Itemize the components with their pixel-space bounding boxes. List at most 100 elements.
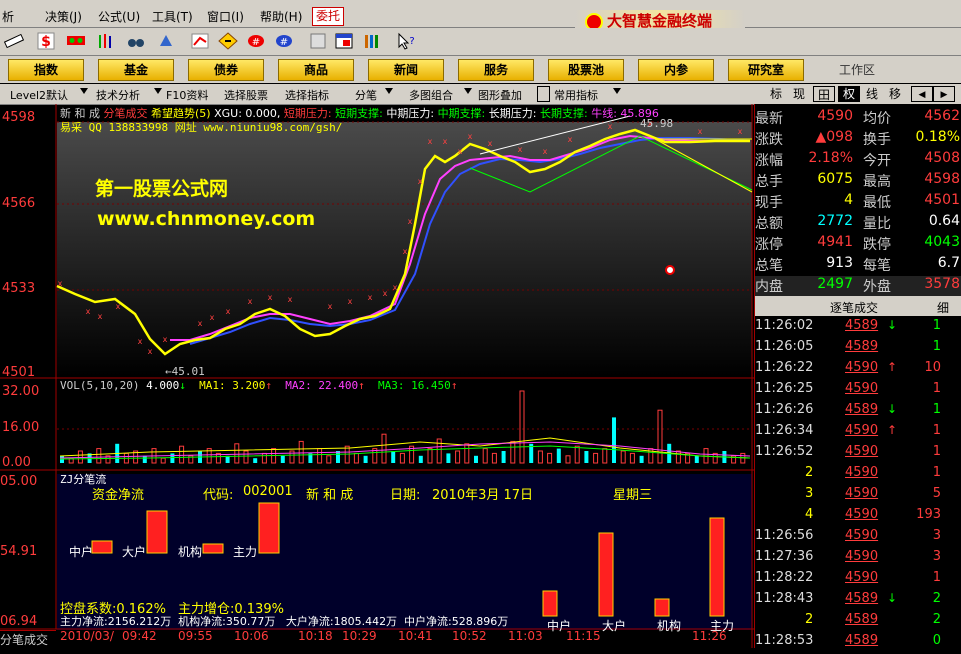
price-tick-mark: x — [418, 177, 423, 186]
tick-time: 11:27:36 — [755, 549, 814, 564]
tick-row[interactable]: 11:26:56 4590 3 — [755, 528, 961, 549]
svg-text:?: ? — [409, 36, 414, 47]
ticks-header[interactable]: 逐笔成交 — [830, 299, 878, 316]
tick-row[interactable]: 11:26:25 4590 1 — [755, 381, 961, 402]
price-tick-mark: x — [608, 122, 613, 131]
zj-date-label: 日期: — [390, 488, 421, 503]
tick-volume: 2 — [932, 612, 941, 627]
vol-tick: 32.00 — [2, 384, 40, 399]
tick-row[interactable]: 11:27:36 4590 3 — [755, 549, 961, 570]
menu-help[interactable]: 帮助(H) — [260, 8, 302, 25]
tab-line[interactable]: 线 — [861, 86, 883, 102]
tick-row[interactable]: 11:28:53 4589 0 — [755, 633, 961, 654]
tab-mark[interactable]: 标 — [765, 86, 787, 102]
func-bond-button[interactable]: 债券 — [188, 59, 264, 81]
menu-formula[interactable]: 公式(U) — [98, 8, 140, 25]
volume-bar — [142, 455, 147, 463]
books-icon[interactable] — [362, 32, 382, 50]
price-tick-mark: x — [248, 297, 253, 306]
dollar-icon[interactable]: $ — [36, 32, 56, 50]
select-stock[interactable]: 选择股票 — [224, 87, 268, 103]
func-insider-button[interactable]: 内参 — [638, 59, 714, 81]
lock-icon[interactable] — [537, 86, 550, 102]
func-stockpool-button[interactable]: 股票池 — [548, 59, 624, 81]
func-commodity-button[interactable]: 商品 — [278, 59, 354, 81]
chart-arrow-icon[interactable] — [190, 32, 210, 50]
tick-price: 4590 — [845, 528, 879, 543]
work-area-label[interactable]: 工作区 — [839, 61, 875, 78]
quote-label: 外盘 — [863, 279, 891, 295]
tick-row[interactable]: 11:26:02 4589 ↓ 1 — [755, 318, 961, 339]
binoculars-icon[interactable] — [126, 32, 146, 50]
func-service-button[interactable]: 服务 — [458, 59, 534, 81]
multi-chart[interactable]: 多图组合 — [409, 87, 453, 103]
tick-row[interactable]: 11:26:26 4589 ↓ 1 — [755, 402, 961, 423]
blue-oval-icon[interactable]: # — [274, 32, 294, 50]
menu-trade[interactable]: 委托 — [312, 7, 345, 26]
chevron-down-icon[interactable] — [464, 88, 472, 94]
func-news-button[interactable]: 新闻 — [368, 59, 444, 81]
func-index-button[interactable]: 指数 — [8, 59, 84, 81]
func-research-button[interactable]: 研究室 — [728, 59, 804, 81]
tick-time: 11:28:22 — [755, 570, 814, 585]
tick-row[interactable]: 11:26:05 4589 1 — [755, 339, 961, 360]
ruler-icon[interactable] — [4, 32, 24, 50]
zj-name: 新 和 成 — [306, 488, 354, 503]
tick-row[interactable]: 11:28:22 4590 1 — [755, 570, 961, 591]
tab-grid[interactable]: 田 — [813, 86, 835, 102]
tab-current[interactable]: 现 — [788, 86, 810, 102]
f10-info[interactable]: F10资料 — [166, 87, 208, 103]
tick-row[interactable]: 11:28:43 4589 ↓ 2 — [755, 591, 961, 612]
func-fund-button[interactable]: 基金 — [98, 59, 174, 81]
quote-label: 换手 — [863, 132, 891, 148]
chevron-down-icon[interactable] — [154, 88, 162, 94]
alarm-icon[interactable] — [156, 32, 176, 50]
menu-analysis[interactable]: 析 — [2, 8, 14, 25]
chevron-down-icon[interactable] — [613, 88, 621, 94]
bottom-tab-ticks[interactable]: 分笔成交 — [0, 630, 56, 649]
volume-bar — [464, 443, 470, 464]
tick-volume: 1 — [932, 465, 941, 480]
red-oval-icon[interactable]: # — [246, 32, 266, 50]
tab-rights[interactable]: 权 — [838, 86, 860, 102]
overlay-chart[interactable]: 图形叠加 — [478, 87, 522, 103]
marker-dot — [665, 265, 675, 275]
tick-row[interactable]: 2 4589 2 — [755, 612, 961, 633]
common-indicators[interactable]: 常用指标 — [554, 87, 598, 103]
tech-analysis[interactable]: 技术分析 — [96, 87, 140, 103]
quote-value: 4 — [844, 192, 853, 208]
quote-label: 内盘 — [755, 279, 783, 295]
menu-decision[interactable]: 决策(J) — [45, 8, 82, 25]
bars-icon[interactable] — [96, 32, 116, 50]
help-cursor-icon[interactable]: ? — [396, 32, 416, 50]
tick-price: 4589 — [845, 591, 879, 606]
tick-row[interactable]: 11:26:52 4590 1 — [755, 444, 961, 465]
volume-bar — [363, 455, 368, 463]
menu-window[interactable]: 窗口(I) — [207, 8, 244, 25]
menu-tools[interactable]: 工具(T) — [152, 8, 193, 25]
tick-price: 4590 — [845, 486, 879, 501]
tick-row[interactable]: 11:26:22 4590 ↑ 10 — [755, 360, 961, 381]
tick-row[interactable]: 3 4590 5 — [755, 486, 961, 507]
quote-label: 最低 — [863, 195, 891, 211]
window-icon[interactable] — [334, 32, 354, 50]
tick-row[interactable]: 11:26:34 4590 ↑ 1 — [755, 423, 961, 444]
tick-row[interactable]: 2 4590 1 — [755, 465, 961, 486]
price-tick-mark: x — [543, 147, 548, 156]
zj-code: 002001 — [243, 484, 293, 499]
eyes-icon[interactable] — [66, 32, 86, 50]
ticks-detail-tab[interactable]: 细 — [937, 299, 949, 316]
prev-icon[interactable]: ◀ — [911, 86, 933, 102]
tick-time: 3 — [805, 486, 814, 501]
document-icon[interactable] — [308, 32, 328, 50]
tab-move[interactable]: 移 — [884, 86, 906, 102]
tick-view[interactable]: 分笔 — [355, 87, 377, 103]
tick-volume: 1 — [932, 381, 941, 396]
tick-row[interactable]: 4 4590 193 — [755, 507, 961, 528]
chevron-down-icon[interactable] — [80, 88, 88, 94]
layout-level2[interactable]: Level2默认 — [10, 87, 68, 103]
select-indicator[interactable]: 选择指标 — [285, 87, 329, 103]
chevron-down-icon[interactable] — [385, 88, 393, 94]
next-icon[interactable]: ▶ — [933, 86, 955, 102]
diamond-icon[interactable] — [218, 32, 238, 50]
